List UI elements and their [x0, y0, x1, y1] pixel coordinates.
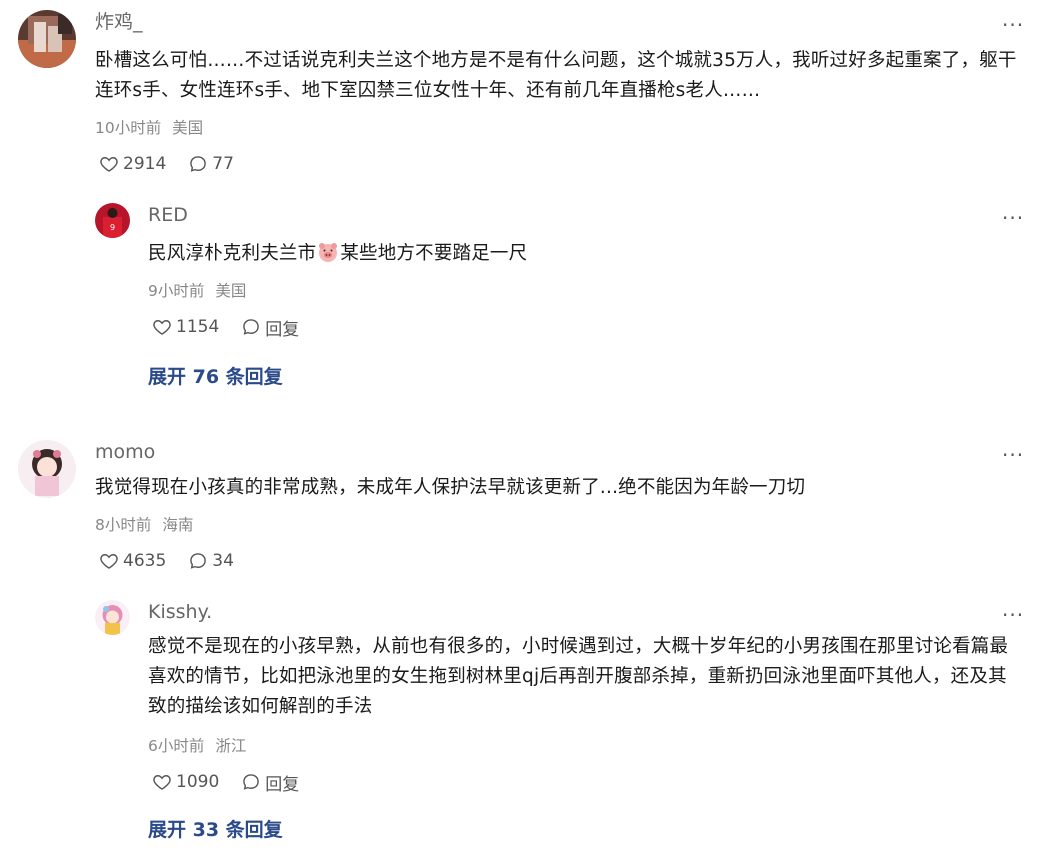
username[interactable]: momo — [95, 440, 155, 464]
comment-item: 炸鸡_ ··· 卧槽这么可怕……不过话说克利夫兰这个地方是不是有什么问题，这个城… — [0, 10, 1038, 190]
speech-bubble-icon — [190, 156, 207, 172]
reply-location: 浙江 — [215, 737, 247, 755]
like-button[interactable]: 2914 — [99, 154, 166, 174]
reply-label: 回复 — [265, 319, 300, 340]
heart-outline-icon — [153, 320, 171, 335]
comment-thread-page: 炸鸡_ ··· 卧槽这么可怕……不过话说克利夫兰这个地方是不是有什么问题，这个城… — [0, 0, 1038, 858]
comment-actions: 2914 77 — [99, 152, 256, 176]
comment-item: momo ··· 我觉得现在小孩真的非常成熟，未成年人保护法早就该更新了...绝… — [0, 440, 1038, 580]
comment-location: 海南 — [162, 516, 194, 534]
reply-time: 6小时前 — [148, 737, 205, 755]
reply-count-button[interactable]: 34 — [188, 551, 234, 571]
username[interactable]: Kisshy. — [148, 600, 212, 624]
like-button[interactable]: 1090 — [152, 772, 219, 792]
speech-bubble-icon — [190, 553, 207, 569]
reply-actions: 1154 回复 — [152, 315, 321, 340]
reply-meta: 6小时前 浙江 — [148, 736, 246, 756]
avatar[interactable] — [95, 600, 130, 635]
comment-time: 10小时前 — [95, 119, 162, 137]
like-count: 1154 — [176, 317, 220, 337]
svg-text:9: 9 — [110, 223, 115, 232]
reply-text-part: 某些地方不要踏足一尺 — [340, 243, 528, 264]
like-button[interactable]: 1154 — [152, 317, 219, 337]
comment-time: 8小时前 — [95, 516, 152, 534]
like-count: 4635 — [123, 551, 167, 571]
reply-text-part: 民风淳朴克利夫兰市 — [148, 243, 317, 264]
more-dots-icon[interactable]: ··· — [1002, 15, 1024, 38]
comment-text: 我觉得现在小孩真的非常成熟，未成年人保护法早就该更新了...绝不能因为年龄一刀切 — [95, 477, 806, 498]
heart-outline-icon — [100, 157, 118, 172]
comment-actions: 4635 34 — [99, 549, 256, 573]
speech-bubble-icon — [243, 319, 260, 335]
username[interactable]: 炸鸡_ — [95, 10, 143, 34]
pig-face-emoji — [319, 243, 338, 262]
heart-outline-icon — [100, 554, 118, 569]
heart-outline-icon — [153, 775, 171, 790]
reply-count: 34 — [212, 551, 234, 571]
avatar[interactable]: 9 — [95, 203, 130, 238]
reply-time: 9小时前 — [148, 282, 205, 300]
reply-item: Kisshy. ··· 感觉不是现在的小孩早熟，从前也有很多的，小时候遇到过，大… — [0, 600, 1038, 800]
comment-meta: 8小时前 海南 — [95, 515, 193, 535]
reply-button[interactable]: 回复 — [241, 315, 299, 340]
reply-text: 民风淳朴克利夫兰市 某些地方不要踏足一尺 — [148, 239, 1018, 269]
comment-meta: 10小时前 美国 — [95, 118, 203, 138]
reply-label: 回复 — [265, 774, 300, 795]
reply-location: 美国 — [215, 282, 247, 300]
reply-meta: 9小时前 美国 — [148, 281, 246, 301]
speech-bubble-icon — [243, 774, 260, 790]
reply-actions: 1090 回复 — [152, 770, 321, 795]
reply-text: 感觉不是现在的小孩早熟，从前也有很多的，小时候遇到过，大概十岁年纪的小男孩围在那… — [148, 636, 1009, 717]
username[interactable]: RED — [148, 203, 188, 227]
like-count: 1090 — [176, 772, 220, 792]
reply-count: 77 — [212, 154, 234, 174]
reply-item: 9 RED ··· 民风淳朴克利夫兰市 某些地方不要踏足一尺 9小时前 美国 11… — [0, 203, 1038, 343]
comment-location: 美国 — [172, 119, 204, 137]
reply-button[interactable]: 回复 — [241, 770, 299, 795]
avatar[interactable] — [18, 440, 76, 498]
expand-replies-link[interactable]: 展开 76 条回复 — [148, 365, 283, 389]
like-button[interactable]: 4635 — [99, 551, 166, 571]
reply-count-button[interactable]: 77 — [188, 154, 234, 174]
comment-text: 卧槽这么可怕……不过话说克利夫兰这个地方是不是有什么问题，这个城就35万人，我听… — [95, 50, 1017, 101]
more-dots-icon[interactable]: ··· — [1002, 208, 1024, 231]
more-dots-icon[interactable]: ··· — [1002, 445, 1024, 468]
more-dots-icon[interactable]: ··· — [1002, 605, 1024, 628]
expand-replies-link[interactable]: 展开 33 条回复 — [148, 818, 283, 842]
like-count: 2914 — [123, 154, 167, 174]
avatar[interactable] — [18, 10, 76, 68]
